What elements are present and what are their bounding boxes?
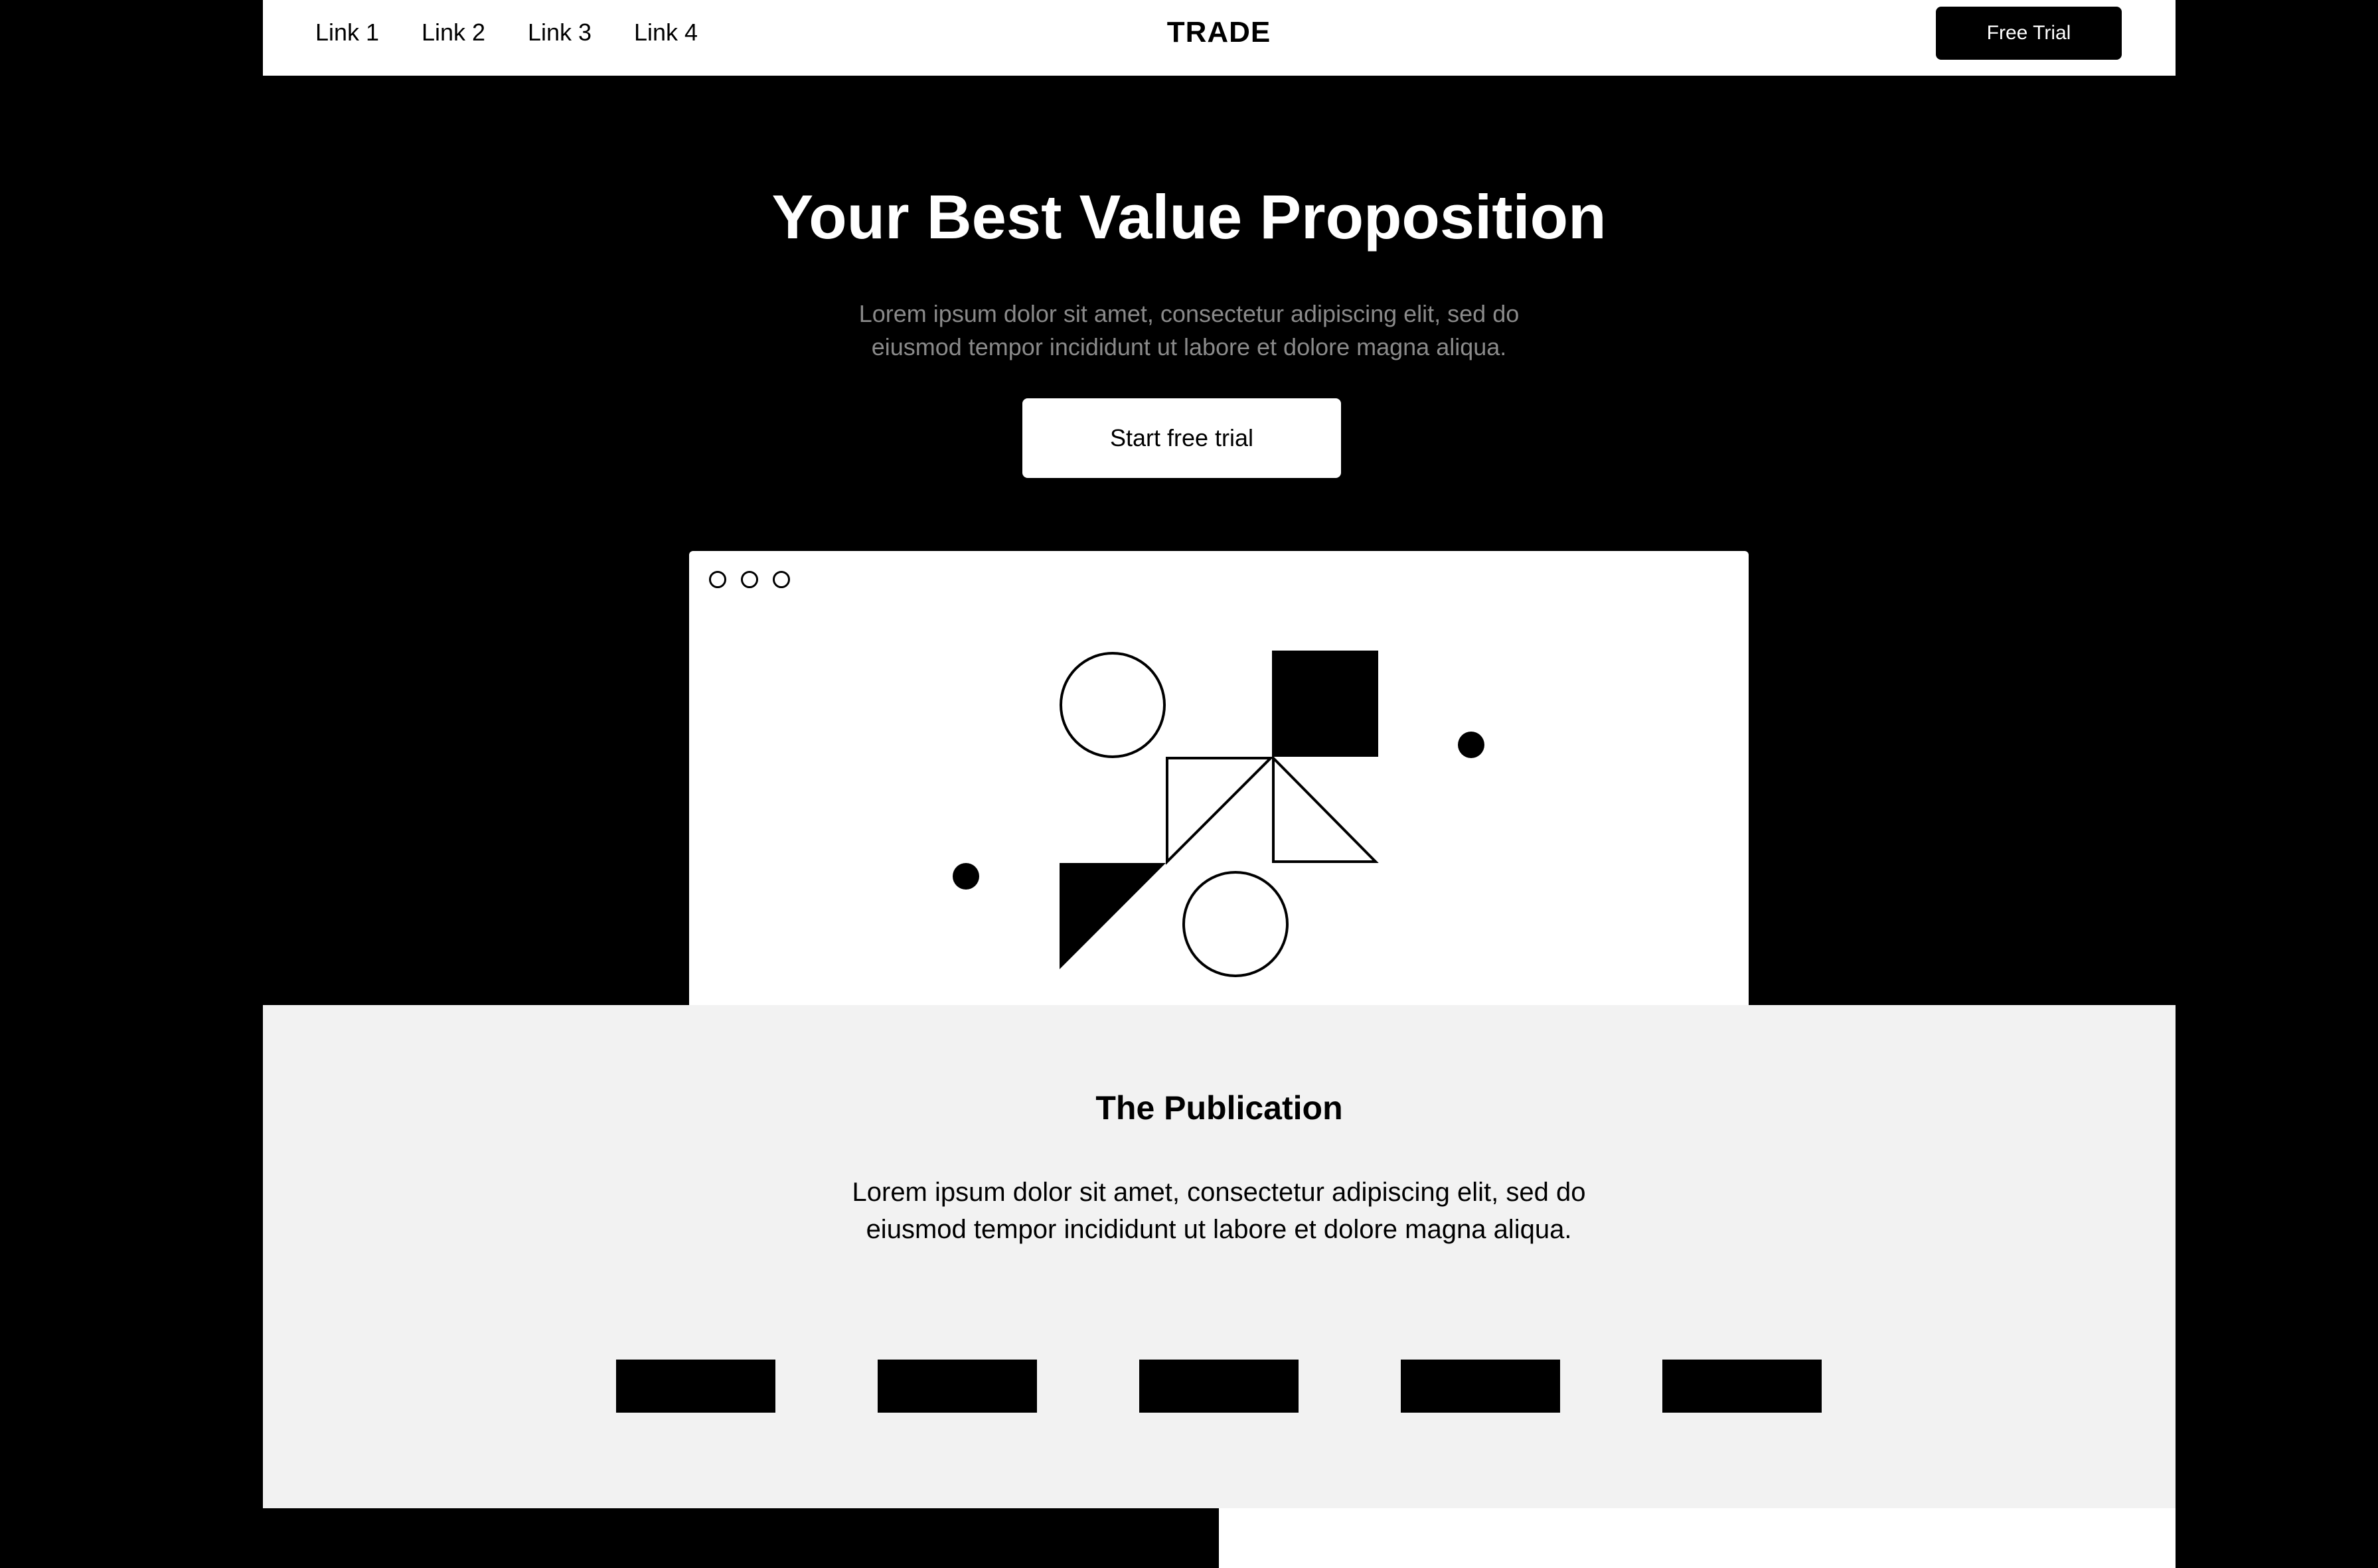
outline-circle-shape (1060, 652, 1166, 758)
filled-triangle-shape (1060, 863, 1166, 969)
nav-link-3[interactable]: Link 3 (528, 17, 592, 48)
next-section-fragment (1219, 1508, 2176, 1568)
publication-section: The Publication Lorem ipsum dolor sit am… (263, 1005, 2176, 1508)
brand-logo[interactable]: TRADE (1166, 15, 1272, 50)
top-navbar: Link 1 Link 2 Link 3 Link 4 TRADE Free T… (263, 0, 2176, 76)
browser-mockup (689, 551, 1749, 1005)
partner-logo-placeholder (1401, 1360, 1560, 1413)
free-trial-button[interactable]: Free Trial (1936, 7, 2122, 60)
nav-link-1[interactable]: Link 1 (315, 17, 379, 48)
nav-link-4[interactable]: Link 4 (634, 17, 698, 48)
outline-triangle-shape (1166, 757, 1274, 865)
partner-logo-placeholder (616, 1360, 775, 1413)
landing-page: Link 1 Link 2 Link 3 Link 4 TRADE Free T… (0, 0, 2378, 1568)
publication-text: Lorem ipsum dolor sit amet, consectetur … (852, 1178, 1586, 1244)
outline-triangle-shape (1272, 755, 1379, 863)
partner-logo-placeholder (878, 1360, 1037, 1413)
nav-link-2[interactable]: Link 2 (422, 17, 485, 48)
partner-logo-placeholder (1139, 1360, 1299, 1413)
hero-title: Your Best Value Proposition (771, 182, 1607, 252)
small-dot-shape (953, 863, 979, 890)
partner-logo-placeholder (1662, 1360, 1822, 1413)
publication-title: The Publication (1095, 1089, 1343, 1127)
start-free-trial-button[interactable]: Start free trial (1022, 398, 1341, 478)
hero-subtitle: Lorem ipsum dolor sit amet, consectetur … (858, 300, 1520, 360)
filled-square-shape (1272, 651, 1378, 757)
small-dot-shape (1458, 732, 1484, 758)
geometric-illustration (953, 651, 1484, 977)
outline-circle-shape (1182, 871, 1289, 977)
